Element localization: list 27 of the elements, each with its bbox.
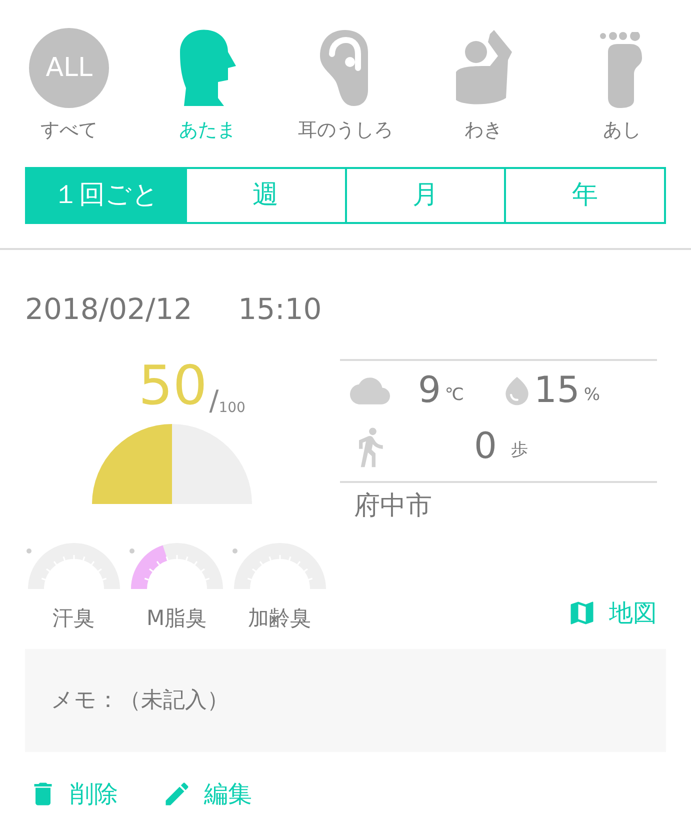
- body-part-tab[interactable]: あたま: [138, 28, 276, 144]
- score-value: 50: [138, 359, 208, 413]
- temperature-value: 9: [418, 369, 441, 413]
- foot-icon: [600, 32, 644, 108]
- odor-label: M脂臭: [146, 605, 207, 632]
- map-link[interactable]: 地図: [567, 594, 657, 630]
- temperature-unit: ℃: [444, 384, 464, 408]
- odor-label: 汗臭: [52, 605, 94, 632]
- score-slash: /: [209, 387, 219, 415]
- delete-button[interactable]: 削除: [28, 776, 118, 812]
- edit-button[interactable]: 編集: [162, 776, 252, 812]
- body-part-tab[interactable]: あし: [552, 28, 691, 144]
- steps-unit: 歩: [510, 439, 528, 462]
- humidity-unit: %: [584, 384, 600, 408]
- humidity-value: 15: [534, 369, 580, 413]
- steps-value: 0: [474, 425, 497, 469]
- body-part-tab[interactable]: わき: [414, 28, 553, 144]
- body-part-tab[interactable]: ALL すべて: [0, 28, 138, 144]
- memo-text: メモ：（未記入）: [51, 686, 229, 714]
- record-time: 15:10: [238, 290, 322, 328]
- record-date: 2018/02/12: [25, 290, 192, 328]
- odor-label: 加齢臭: [248, 605, 311, 632]
- body-part-tab[interactable]: 耳のうしろ: [276, 28, 415, 144]
- period-tab[interactable]: １回ごと: [27, 168, 185, 222]
- all-label: ALL: [46, 52, 92, 84]
- score-max: 100: [218, 401, 246, 415]
- city-name: 府中市: [353, 490, 433, 523]
